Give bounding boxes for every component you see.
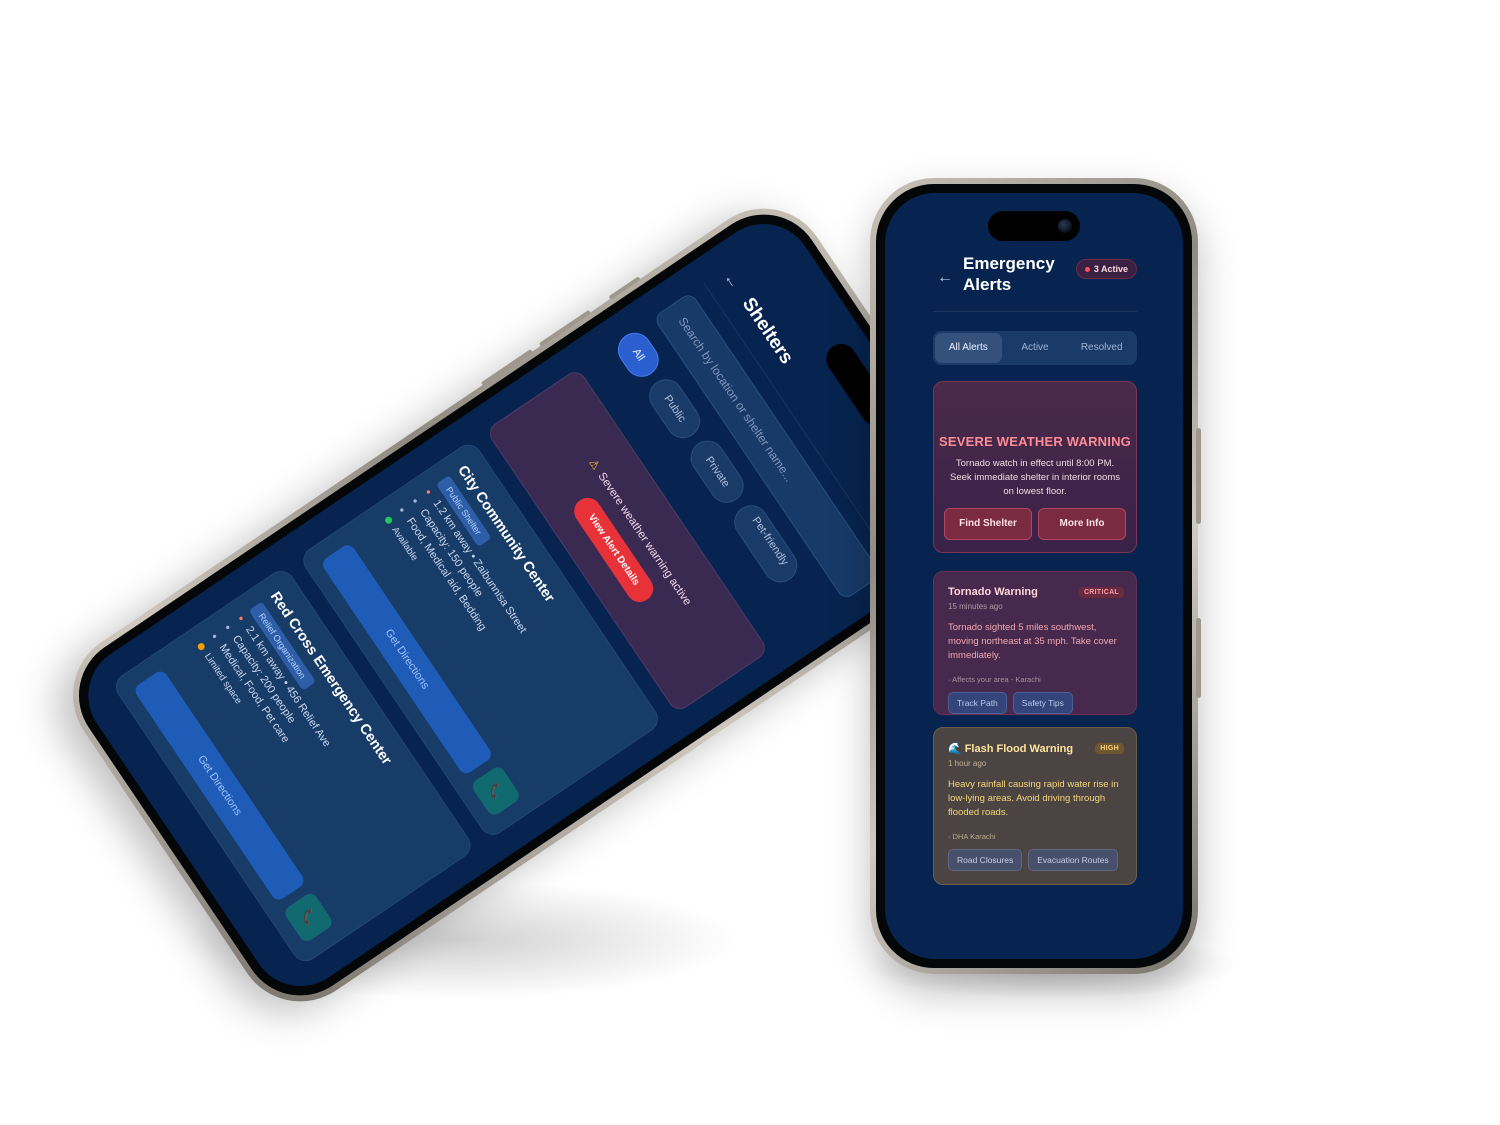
shelter-services: ●Food, Medical aid, Bedding <box>396 504 578 766</box>
alert-tabs: All Alerts Active Resolved <box>933 331 1137 365</box>
status-dot <box>1084 267 1090 273</box>
tab-resolved[interactable]: Resolved <box>1068 333 1135 363</box>
find-shelter-button[interactable]: Find Shelter <box>944 508 1032 540</box>
water-wave-icon: 🌊 <box>948 743 962 755</box>
view-alert-details-button[interactable]: View Alert Details <box>569 492 659 607</box>
severity-badge: HIGH <box>1095 743 1124 754</box>
hero-actions: Find Shelter More Info <box>944 508 1126 540</box>
back-arrow-icon[interactable]: ← <box>937 269 953 287</box>
alert-title: Flash Flood Warning <box>964 743 1074 755</box>
alert-actions: Road Closures Evacuation Routes <box>948 849 1122 871</box>
alerts-header: ← Emergency Alerts 3 Active <box>933 253 1137 312</box>
tab-all-alerts[interactable]: All Alerts <box>935 333 1002 363</box>
warning-icon: ⚠ <box>586 456 602 473</box>
dynamic-island <box>988 211 1080 241</box>
phone-side-button <box>1196 618 1201 698</box>
alert-text: Tornado sighted 5 miles southwest, movin… <box>948 622 1117 661</box>
active-count-badge: 3 Active <box>1075 259 1137 279</box>
active-count-text: 3 Active <box>1093 264 1128 274</box>
phone-icon[interactable]: 📞 <box>469 764 522 818</box>
alert-location: · DHA Karachi <box>948 832 996 841</box>
more-info-button[interactable]: More Info <box>1038 508 1126 540</box>
phone-icon[interactable]: 📞 <box>282 890 335 945</box>
hero-title: SEVERE WEATHER WARNING <box>939 434 1131 449</box>
evacuation-routes-button[interactable]: Evacuation Routes <box>1028 849 1118 871</box>
alert-location: · Affects your area - Karachi <box>948 675 1041 684</box>
page-title: Shelters <box>737 293 798 368</box>
alert-time: 1 hour ago <box>948 759 987 768</box>
safety-tips-button[interactable]: Safety Tips <box>1012 692 1073 714</box>
phone-power-button <box>1196 428 1201 524</box>
camera-icon <box>1058 219 1072 233</box>
back-arrow-icon[interactable]: ← <box>719 270 743 293</box>
alert-text: Heavy rainfall causing rapid water rise … <box>948 779 1119 818</box>
tab-active[interactable]: Active <box>1002 333 1069 363</box>
severity-badge: CRITICAL <box>1078 587 1124 598</box>
alert-card-critical[interactable]: Tornado Warning CRITICAL 15 minutes ago … <box>933 571 1137 715</box>
filter-all[interactable]: All <box>611 326 666 384</box>
alerts-phone: ← Emergency Alerts 3 Active All Alerts A… <box>870 178 1201 974</box>
alert-actions: Track Path Safety Tips <box>948 692 1122 714</box>
severe-weather-card: SEVERE WEATHER WARNING Tornado watch in … <box>933 381 1137 553</box>
alerts-screen: ← Emergency Alerts 3 Active All Alerts A… <box>885 193 1183 959</box>
status-dot <box>196 641 207 652</box>
alert-card-high[interactable]: 🌊 Flash Flood Warning HIGH 1 hour ago Hea… <box>933 727 1137 885</box>
hero-text: Tornado watch in effect until 8:00 PM. S… <box>949 458 1120 497</box>
status-dot <box>383 515 394 526</box>
page-title: Emergency Alerts <box>963 254 1055 294</box>
track-path-button[interactable]: Track Path <box>948 692 1007 714</box>
road-closures-button[interactable]: Road Closures <box>948 849 1023 871</box>
alert-time: 15 minutes ago <box>948 602 1003 611</box>
